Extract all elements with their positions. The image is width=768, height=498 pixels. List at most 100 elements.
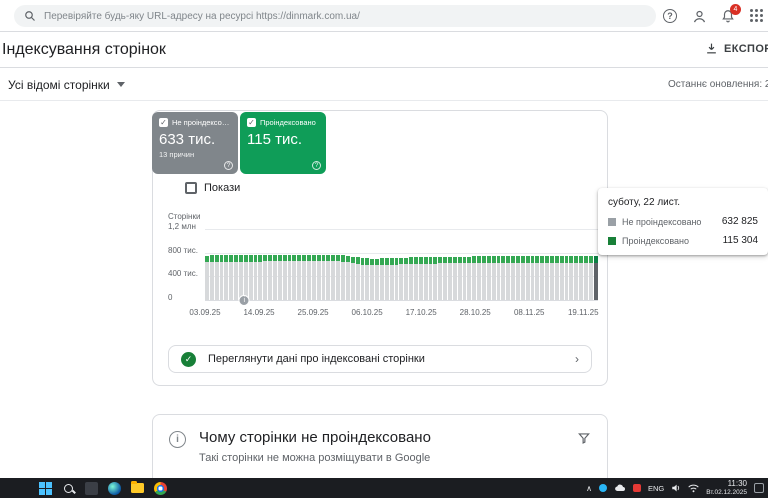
chart-bar[interactable] [234, 229, 239, 300]
chart-bar[interactable] [282, 229, 287, 300]
chart-bar[interactable] [516, 229, 520, 300]
chart-bar[interactable] [418, 229, 423, 300]
chart-bar[interactable] [331, 229, 336, 300]
chart-bar[interactable] [355, 229, 360, 300]
chart-bar[interactable] [248, 229, 253, 300]
notification-center-icon[interactable] [754, 483, 764, 493]
chart-bar[interactable] [389, 229, 394, 300]
chart-bar[interactable] [545, 229, 550, 300]
start-button[interactable] [38, 481, 52, 495]
taskbar-search-icon[interactable] [61, 481, 75, 495]
chart-bar[interactable] [243, 229, 248, 300]
chart-bar[interactable] [277, 229, 282, 300]
chart-bar[interactable] [550, 229, 554, 300]
chart-bar[interactable] [584, 229, 588, 300]
chart-bar[interactable] [365, 229, 370, 300]
language-indicator[interactable]: ENG [648, 484, 664, 493]
chart-bar[interactable] [350, 229, 355, 300]
chart-bar[interactable] [433, 229, 438, 300]
chart-bar[interactable] [379, 229, 384, 300]
chart-bar[interactable] [472, 229, 477, 300]
chart-bar[interactable] [525, 229, 530, 300]
chart-bar[interactable] [229, 229, 234, 300]
chart-bar[interactable] [321, 229, 326, 300]
chart-bar[interactable] [579, 229, 584, 300]
chart-bar[interactable] [501, 229, 506, 300]
help-icon[interactable]: ? [312, 161, 321, 170]
page-type-filter-dropdown[interactable]: Усі відомі сторінки [0, 78, 125, 92]
impressions-checkbox[interactable] [185, 182, 197, 194]
task-view-icon[interactable] [84, 481, 98, 495]
chart-bar[interactable] [311, 229, 316, 300]
chart-bar[interactable] [253, 229, 258, 300]
chart-bar[interactable] [520, 229, 525, 300]
notifications-bell-icon[interactable]: 4 [719, 4, 741, 25]
chart-bar[interactable] [588, 229, 593, 300]
chart-bar[interactable] [554, 229, 559, 300]
chart-bar[interactable] [496, 229, 501, 300]
chart-bar[interactable] [428, 229, 433, 300]
tray-app-icon[interactable] [599, 484, 608, 492]
chart-bar[interactable] [413, 229, 418, 300]
annotation-marker-icon[interactable]: i [238, 295, 250, 306]
not-indexed-card[interactable]: ✓ Не проіндексовано 633 тис. 13 причин ? [152, 112, 238, 174]
chart-bar[interactable] [535, 229, 540, 300]
chart-bar[interactable] [224, 229, 229, 300]
onedrive-cloud-icon[interactable] [614, 484, 626, 492]
chart-bar[interactable] [375, 229, 379, 300]
network-wifi-icon[interactable] [688, 484, 699, 493]
chart-bar[interactable] [462, 229, 467, 300]
chart-bar[interactable] [268, 229, 273, 300]
url-inspect-search[interactable]: Перевіряйте будь-яку URL-адресу на ресур… [14, 5, 656, 27]
indexed-checkbox[interactable]: ✓ [247, 118, 256, 127]
chart-bar[interactable] [511, 229, 515, 300]
chart-bar[interactable] [209, 229, 214, 300]
chart-bar[interactable] [297, 229, 302, 300]
chart-bar[interactable] [341, 229, 345, 300]
impressions-toggle[interactable]: Покази [185, 182, 240, 194]
tray-app-icon[interactable] [633, 484, 642, 492]
chart-bar[interactable] [423, 229, 428, 300]
taskbar-clock[interactable]: 11:30 Вт.02.12.2025 [706, 479, 747, 497]
apps-grid-icon[interactable] [748, 7, 766, 25]
chart-bar[interactable] [214, 229, 219, 300]
chart-bar[interactable] [258, 229, 263, 300]
chart-bar[interactable] [559, 229, 564, 300]
chart-bar[interactable] [384, 229, 389, 300]
chart-bar[interactable] [273, 229, 277, 300]
chart-bar[interactable] [569, 229, 574, 300]
chart-bar[interactable] [292, 229, 297, 300]
chart-bar[interactable] [452, 229, 457, 300]
edge-browser-icon[interactable] [107, 481, 121, 495]
chart-bar[interactable] [239, 229, 243, 300]
chart-bar[interactable] [263, 229, 268, 300]
chart-bar[interactable] [302, 229, 307, 300]
chart-bar[interactable] [360, 229, 365, 300]
chart-bar[interactable] [316, 229, 321, 300]
chart-bar[interactable] [447, 229, 452, 300]
chart-bar[interactable] [404, 229, 409, 300]
chart-bar[interactable] [530, 229, 535, 300]
chart-bar[interactable] [219, 229, 224, 300]
chart-bar[interactable] [307, 229, 311, 300]
not-indexed-checkbox[interactable]: ✓ [159, 118, 168, 127]
chart-bar[interactable] [409, 229, 413, 300]
chart-bar[interactable] [491, 229, 496, 300]
chart-bar[interactable] [457, 229, 462, 300]
chart-bar[interactable] [399, 229, 404, 300]
volume-icon[interactable] [671, 483, 681, 493]
export-button[interactable]: ЕКСПОРТУВАТИ [705, 42, 768, 55]
chart-bar[interactable] [205, 229, 209, 300]
help-icon[interactable]: ? [224, 161, 233, 170]
chart-bar[interactable] [443, 229, 447, 300]
chart-bar[interactable] [564, 229, 569, 300]
chart-bar[interactable] [438, 229, 443, 300]
chart-bar[interactable] [287, 229, 292, 300]
indexed-card[interactable]: ✓ Проіндексовано 115 тис. ? [240, 112, 326, 174]
chart-bar[interactable] [481, 229, 486, 300]
chart-bar[interactable] [467, 229, 472, 300]
tray-expand-icon[interactable]: ∧ [586, 484, 592, 493]
help-icon[interactable]: ? [661, 7, 679, 25]
chart-bar[interactable] [326, 229, 331, 300]
chart-bar[interactable] [394, 229, 399, 300]
